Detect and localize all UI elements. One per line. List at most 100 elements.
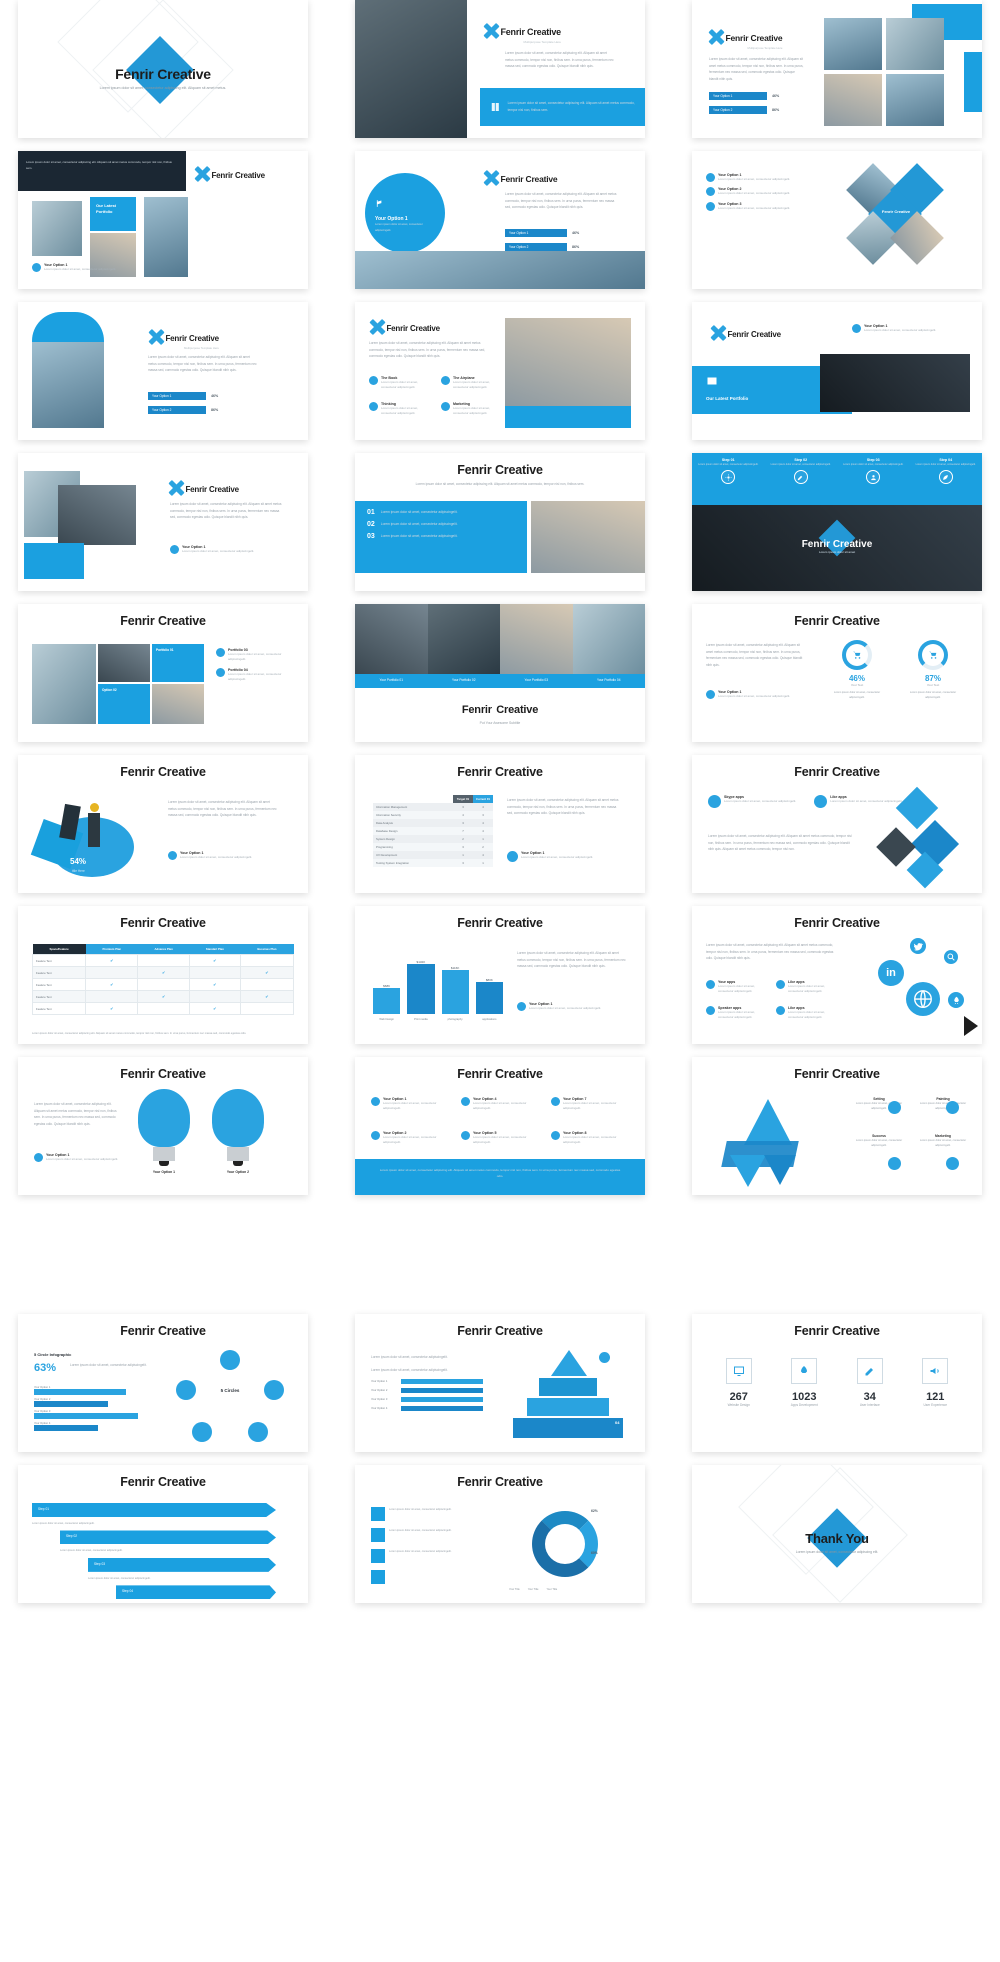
slide-portfolio-video[interactable]: Fenrir Creative Your Option 1 Lorem ipsum…: [692, 302, 982, 440]
slide-pricing-table[interactable]: Fenrir Creative Space/Feature Premium Pla…: [18, 906, 308, 1044]
slide-apps-isometric[interactable]: Fenrir Creative Skype apps Lorem ipsum do…: [692, 755, 982, 893]
feature-item[interactable]: Marketing Lorem ipsum dolor sit amet, con…: [441, 401, 505, 417]
contact-item[interactable]: Speaker apps Lorem ipsum dolor sit amet, …: [706, 1005, 770, 1021]
circle-node[interactable]: [192, 1422, 212, 1442]
option-item[interactable]: Your Option 1 Lorem ipsum dolor sit amet,…: [170, 545, 254, 554]
slide-social-contact[interactable]: Fenrir Creative Lorem ipsum dolor sit am…: [692, 906, 982, 1044]
option-item[interactable]: Your Option 1 Lorem ipsum dolor sit amet,…: [517, 1002, 601, 1011]
slide-numbered-list[interactable]: Fenrir Creative Lorem ipsum dolor sit am…: [355, 453, 645, 591]
option-item[interactable]: Your Option 5 Lorem ipsum dolor sit amet,…: [461, 1130, 545, 1146]
rocket-icon[interactable]: [948, 992, 964, 1008]
step-item[interactable]: Step 04 Lorem ipsum dolor sit amet, cons…: [910, 453, 983, 505]
portfolio-card[interactable]: Our Latest Portfolio: [90, 197, 136, 231]
option-item[interactable]: Your Option 1 Lorem ipsum dolor sit amet,…: [706, 690, 790, 699]
counter-item[interactable]: 34 User Interface: [837, 1358, 903, 1407]
contact-item[interactable]: Your apps Lorem ipsum dolor sit amet, con…: [706, 980, 770, 995]
tile-label[interactable]: Option 02: [98, 684, 150, 724]
option-item[interactable]: Your Option 7 Lorem ipsum dolor sit amet,…: [551, 1097, 635, 1112]
counter-item[interactable]: 121 User Experience: [903, 1358, 969, 1407]
slide-origami[interactable]: Fenrir Creative Setting Lorem ipsum dolor…: [692, 1057, 982, 1195]
step-arrow[interactable]: Step 04: [116, 1585, 276, 1600]
option-item[interactable]: Your Option 1 Lorem ipsum dolor sit amet,…: [168, 851, 252, 860]
slide-portfolio-grid[interactable]: Fenrir Creative Option 02 Portfolio 01 P…: [18, 604, 308, 742]
slide-bulbs[interactable]: Fenrir Creative Lorem ipsum dolor sit am…: [18, 1057, 308, 1195]
feature-item[interactable]: Thinking Lorem ipsum dolor sit amet, cons…: [369, 401, 433, 417]
counter-item[interactable]: 1023 Apps Development: [772, 1358, 838, 1407]
slide-thank-you[interactable]: Thank You Lorem ipsum dolor sit amet, co…: [692, 1465, 982, 1603]
linkedin-icon[interactable]: in: [878, 960, 904, 986]
step-arrow[interactable]: Step 03: [88, 1557, 276, 1572]
slide-steps-dark[interactable]: Step 01 Lorem ipsum dolor sit amet, cons…: [692, 453, 982, 591]
counter-item[interactable]: 267 Website Design: [706, 1358, 772, 1407]
slide-pyramid[interactable]: Fenrir Creative Lorem ipsum dolor sit am…: [355, 1314, 645, 1452]
option-item[interactable]: Your Option 1 Lorem ipsum dolor sit amet,…: [371, 1097, 455, 1112]
option-item[interactable]: Your Option 1 Lorem ipsum dolor sit amet,…: [507, 851, 593, 862]
page-title: Fenrir Creative: [725, 33, 783, 43]
highlight-card[interactable]: Lorem ipsum dolor sit amet, consectetur …: [480, 88, 645, 126]
option-item[interactable]: Your Option 2 Lorem ipsum dolor sit amet,…: [706, 187, 790, 197]
slide-six-options[interactable]: Fenrir Creative Your Option 1 Lorem ipsum…: [355, 1057, 645, 1195]
step-arrow[interactable]: Step 02: [60, 1530, 276, 1545]
step-item[interactable]: Step 02 Lorem ipsum dolor sit amet, cons…: [765, 453, 838, 505]
tile-label[interactable]: Portfolio 01: [152, 644, 204, 682]
feature-item[interactable]: The Book Lorem ipsum dolor sit amet, cons…: [369, 376, 433, 391]
info-item[interactable]: Portfolio 03 Lorem ipsum dolor sit amet, …: [216, 648, 296, 663]
slide-circle-option[interactable]: Your Option 1 Lorem ipsum dolor sit amet…: [355, 151, 645, 289]
level-badge: [599, 1352, 610, 1363]
gear-icon: [721, 470, 736, 485]
contact-item[interactable]: Like apps Lorem ipsum dolor sit amet, con…: [776, 1005, 840, 1021]
step-item[interactable]: Step 01 Lorem ipsum dolor sit amet, cons…: [692, 453, 765, 505]
slide-five-circles[interactable]: Fenrir Creative 5 Circle Infographic 63%…: [18, 1314, 308, 1452]
step-desc: Lorem ipsum dolor sit amet, consectetur …: [32, 1522, 95, 1525]
circle-node[interactable]: [248, 1422, 268, 1442]
search-icon[interactable]: [944, 950, 958, 964]
step-item[interactable]: Step 03 Lorem ipsum dolor sit amet, cons…: [837, 453, 910, 505]
numbered-item[interactable]: 01 Lorem ipsum dolor sit amet, consectetu…: [367, 509, 515, 516]
circle-node[interactable]: [264, 1380, 284, 1400]
option-item[interactable]: Your Option 3 Lorem ipsum dolor sit amet,…: [706, 201, 790, 211]
page-title: Fenrir Creative: [18, 906, 308, 930]
feature-item[interactable]: The Airplane Lorem ipsum dolor sit amet, …: [441, 376, 505, 391]
option-item[interactable]: Your Option 4 Lorem ipsum dolor sit amet,…: [461, 1097, 545, 1112]
slide-team-portraits[interactable]: Your Portfolio 01 Your Portfolio 02 Your…: [355, 604, 645, 742]
contact-item[interactable]: Like apps Lorem ipsum dolor sit amet, con…: [776, 980, 840, 995]
info-item[interactable]: Portfolio 04 Lorem ipsum dolor sit amet, …: [216, 667, 296, 683]
plane-icon: [441, 376, 450, 385]
twitter-icon[interactable]: [910, 938, 926, 954]
globe-icon[interactable]: [906, 982, 940, 1016]
circle-node[interactable]: [176, 1380, 196, 1400]
numbered-item[interactable]: 02 Lorem ipsum dolor sit amet, consectetu…: [367, 521, 515, 528]
step-arrow[interactable]: Step 01: [32, 1503, 276, 1517]
slide-portfolio-dark[interactable]: Lorem ipsum dolor sit amet, consectetur …: [18, 151, 308, 289]
slide-four-features[interactable]: Fenrir Creative Lorem ipsum dolor sit am…: [355, 302, 645, 440]
feature-desc: Lorem ipsum dolor sit amet, consectetur …: [453, 405, 491, 416]
slide-hand-photos[interactable]: Fenrir Creative Lorem ipsum dolor sit am…: [18, 453, 308, 591]
app-item[interactable]: Skype apps Lorem ipsum dolor sit amet, co…: [708, 795, 796, 808]
slide-intro-photo[interactable]: Fenrir Creative Multipurpose Template He…: [355, 0, 645, 138]
slide-counters[interactable]: Fenrir Creative 267 Website Design 1023 …: [692, 1314, 982, 1452]
slide-photo-collage[interactable]: Fenrir Creative Multipurpose Template He…: [692, 0, 982, 138]
slide-donut-chart[interactable]: Fenrir Creative Lorem ipsum dolor sit am…: [355, 1465, 645, 1603]
option-item[interactable]: Your Option 1 Lorem ipsum dolor sit amet…: [32, 263, 116, 272]
slide-data-table[interactable]: Fenrir Creative Target 01 Current 01 Inf…: [355, 755, 645, 893]
option-item[interactable]: Your Option 1 Lorem ipsum dolor sit amet,…: [34, 1153, 118, 1162]
slide-blob-photo[interactable]: Fenrir Creative Multipurpose Template He…: [18, 302, 308, 440]
title-second: Creative: [157, 1067, 206, 1081]
label-item[interactable]: Success Lorem ipsum dolor sit amet, conse…: [850, 1134, 908, 1149]
chart-value: 54%: [70, 857, 87, 866]
option-item[interactable]: Your Option 2 Lorem ipsum dolor sit amet,…: [371, 1130, 455, 1146]
slide-pie-character[interactable]: Fenrir Creative 54% title Here Lorem ips…: [18, 755, 308, 893]
numbered-item[interactable]: 03 Lorem ipsum dolor sit amet, consectetu…: [367, 533, 515, 540]
slide-diamond-options[interactable]: Your Option 1 Lorem ipsum dolor sit amet,…: [692, 151, 982, 289]
slide-bar-chart[interactable]: Fenrir Creative $68K $132K $116K $80K We…: [355, 906, 645, 1044]
slide-donut-stats[interactable]: Fenrir Creative Lorem ipsum dolor sit am…: [692, 604, 982, 742]
slide-cover[interactable]: Fenrir Creative Lorem ipsum dolor sit am…: [18, 0, 308, 138]
label-item[interactable]: Painting Lorem ipsum dolor sit amet, cons…: [914, 1097, 972, 1112]
option-item[interactable]: Your Option 1 Lorem ipsum dolor sit amet,…: [706, 173, 790, 182]
stat-desc: Lorem ipsum dolor sit amet, consectetur …: [833, 691, 881, 700]
label-item[interactable]: Marketing Lorem ipsum dolor sit amet, con…: [914, 1134, 972, 1149]
option-item[interactable]: Your Option 1 Lorem ipsum dolor sit amet,…: [852, 324, 936, 333]
circle-node[interactable]: [220, 1350, 240, 1370]
option-item[interactable]: Your Option 8 Lorem ipsum dolor sit amet,…: [551, 1130, 635, 1146]
slide-arrow-steps[interactable]: Fenrir Creative Step 01 Lorem ipsum dolo…: [18, 1465, 308, 1603]
